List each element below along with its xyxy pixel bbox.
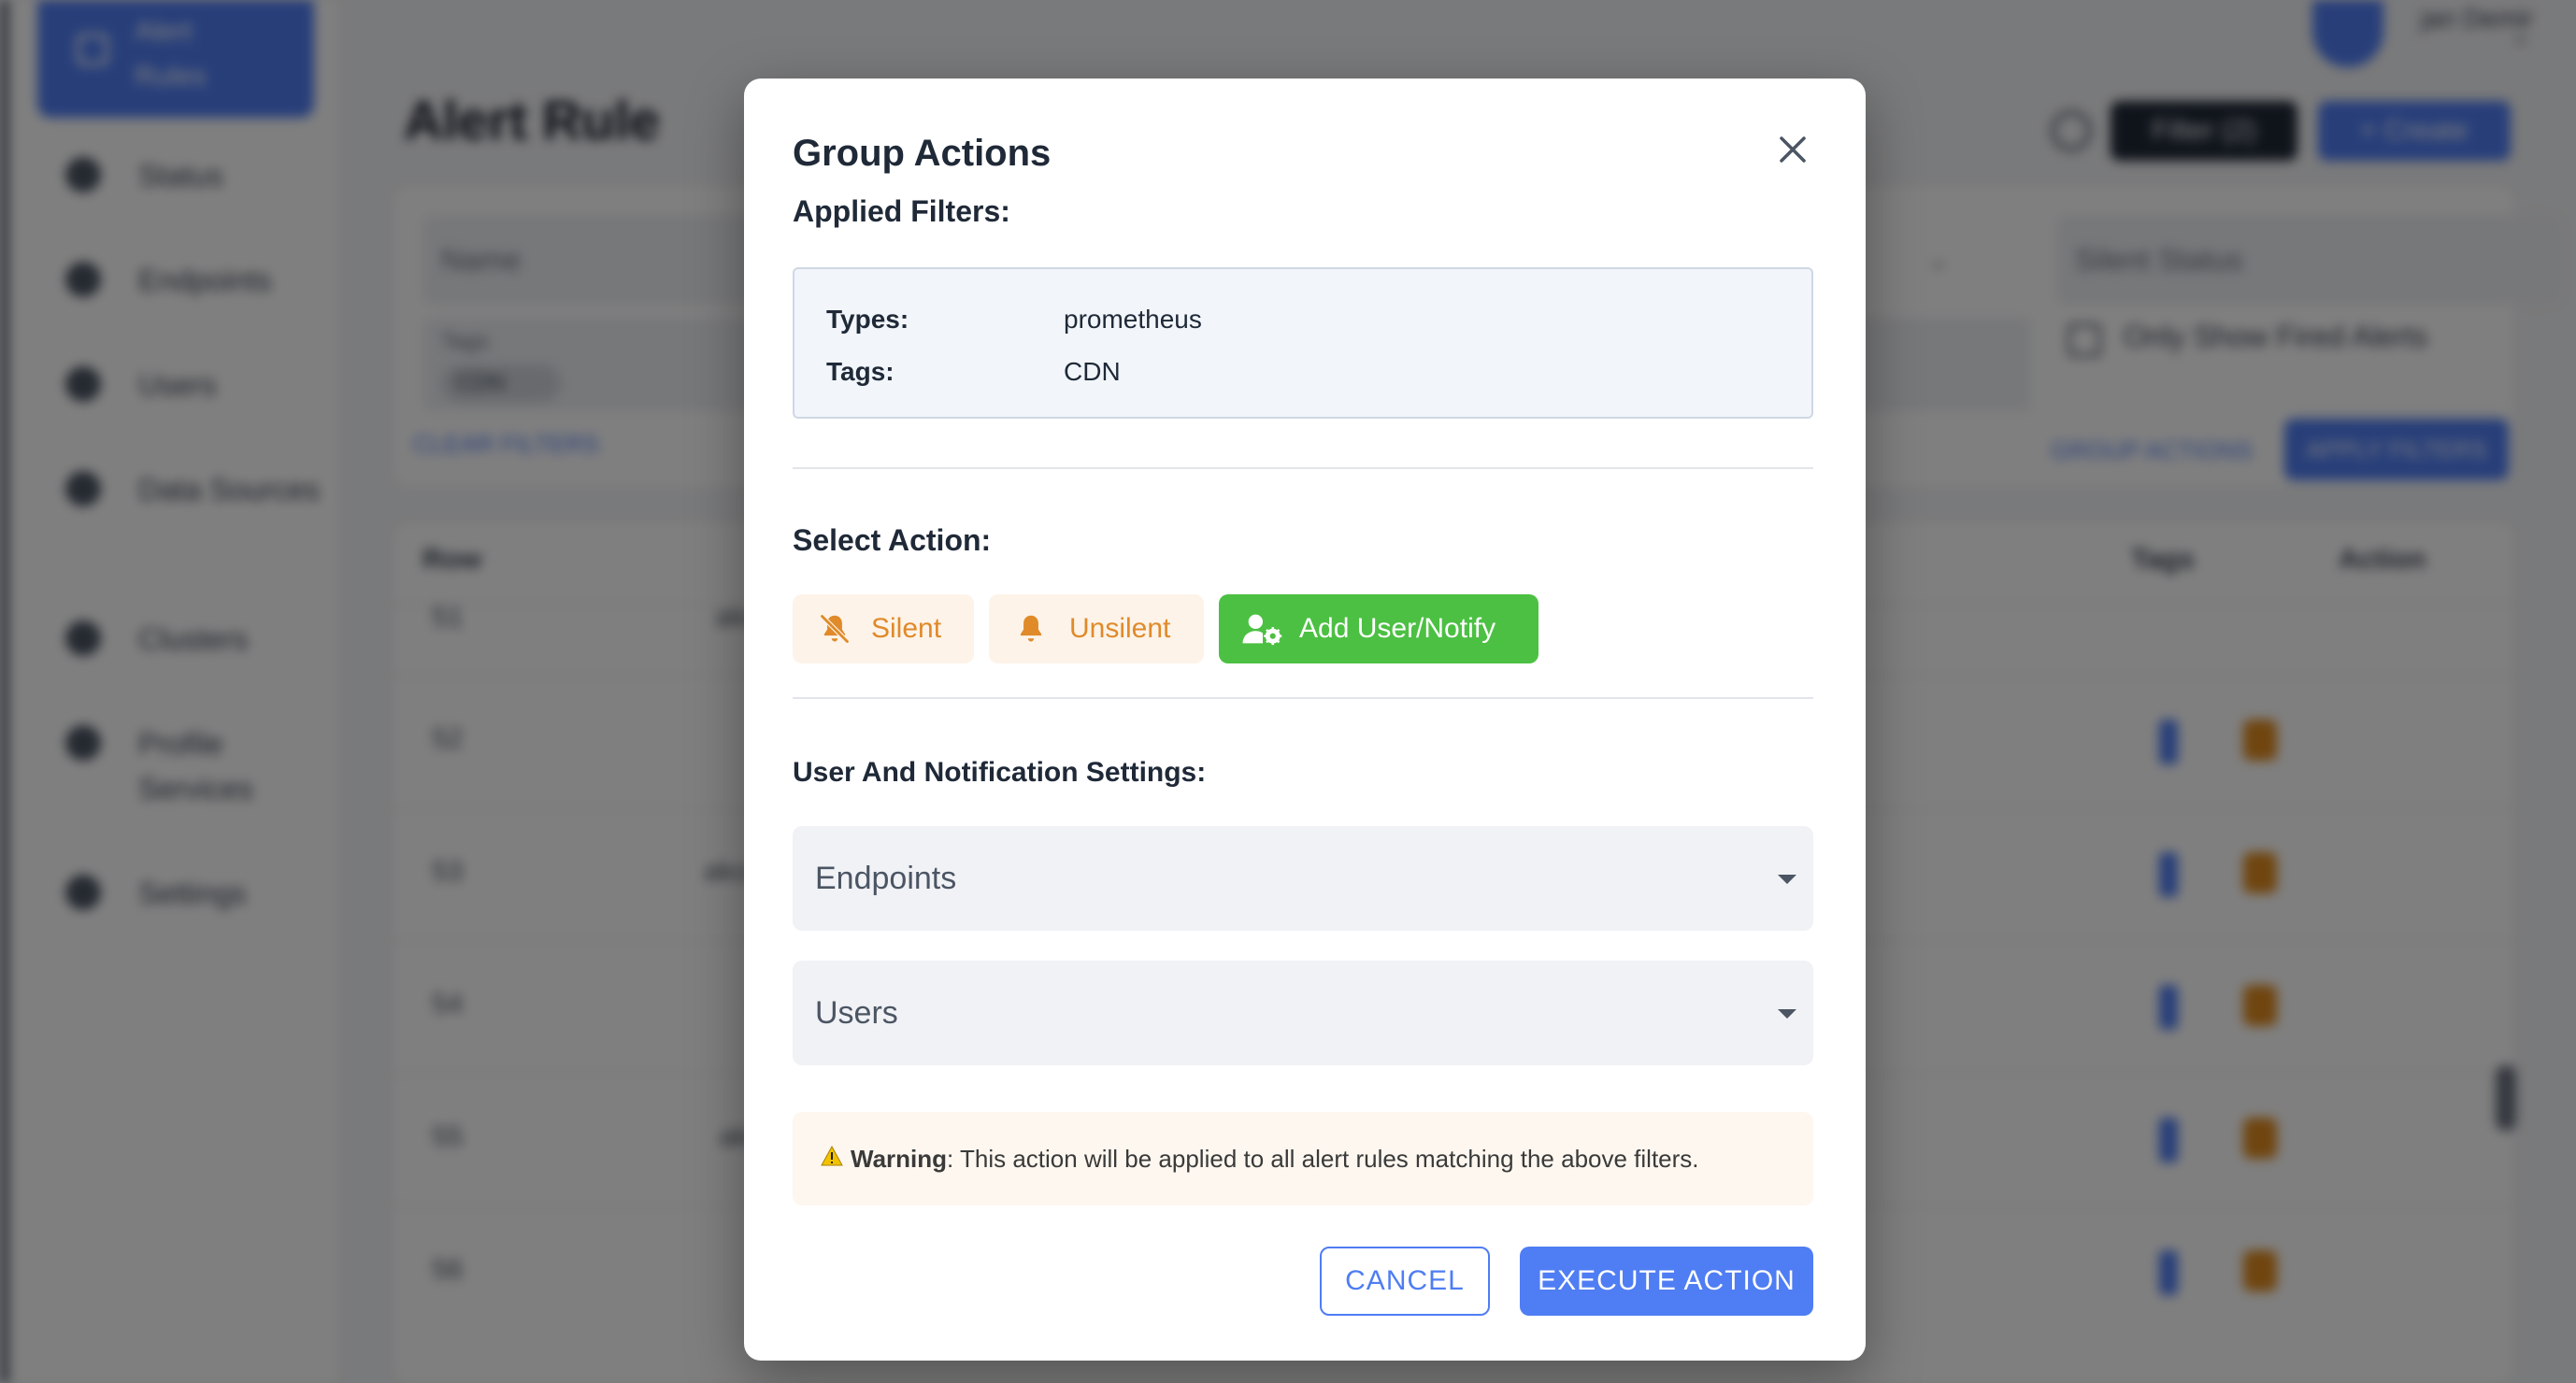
dialog-title: Group Actions bbox=[793, 133, 1052, 174]
divider bbox=[793, 697, 1813, 699]
filter-key-tags: Tags: bbox=[826, 357, 894, 386]
silent-button[interactable]: Silent bbox=[793, 594, 974, 663]
warning-banner: Warning: This action will be applied to … bbox=[793, 1112, 1813, 1205]
filter-key-types: Types: bbox=[826, 305, 909, 334]
add-user-notify-button[interactable]: Add User/Notify bbox=[1219, 594, 1538, 663]
select-action-label: Select Action: bbox=[793, 523, 992, 557]
warning-icon bbox=[821, 1111, 843, 1205]
close-button[interactable] bbox=[1772, 129, 1813, 170]
filter-value-types: prometheus bbox=[1064, 305, 1202, 334]
cancel-button[interactable]: CANCEL bbox=[1320, 1247, 1490, 1316]
endpoints-select[interactable]: Endpoints bbox=[793, 826, 1813, 931]
bell-off-icon bbox=[820, 614, 850, 644]
applied-filters-label: Applied Filters: bbox=[793, 194, 1010, 228]
dropdown-arrow-icon bbox=[1778, 1009, 1796, 1019]
warning-strong: Warning bbox=[851, 1145, 948, 1173]
close-icon bbox=[1780, 136, 1806, 163]
settings-label: User And Notification Settings: bbox=[793, 757, 1207, 788]
divider bbox=[793, 467, 1813, 469]
endpoints-select-label: Endpoints bbox=[815, 861, 957, 896]
applied-filters-box: Types: prometheus Tags: CDN bbox=[793, 267, 1813, 419]
bell-icon bbox=[1020, 615, 1042, 642]
unsilent-label: Unsilent bbox=[1069, 613, 1171, 644]
add-user-notify-label: Add User/Notify bbox=[1299, 613, 1496, 644]
users-select-label: Users bbox=[815, 995, 898, 1031]
filter-value-tags: CDN bbox=[1064, 357, 1121, 386]
execute-action-button[interactable]: EXECUTE ACTION bbox=[1520, 1247, 1813, 1316]
users-select[interactable]: Users bbox=[793, 961, 1813, 1065]
group-actions-dialog: Group Actions Applied Filters: Types: pr… bbox=[744, 78, 1866, 1361]
user-gear-icon bbox=[1242, 614, 1282, 646]
unsilent-button[interactable]: Unsilent bbox=[989, 594, 1204, 663]
warning-text: : This action will be applied to all ale… bbox=[947, 1145, 1699, 1173]
dropdown-arrow-icon bbox=[1778, 875, 1796, 884]
silent-label: Silent bbox=[871, 613, 942, 644]
